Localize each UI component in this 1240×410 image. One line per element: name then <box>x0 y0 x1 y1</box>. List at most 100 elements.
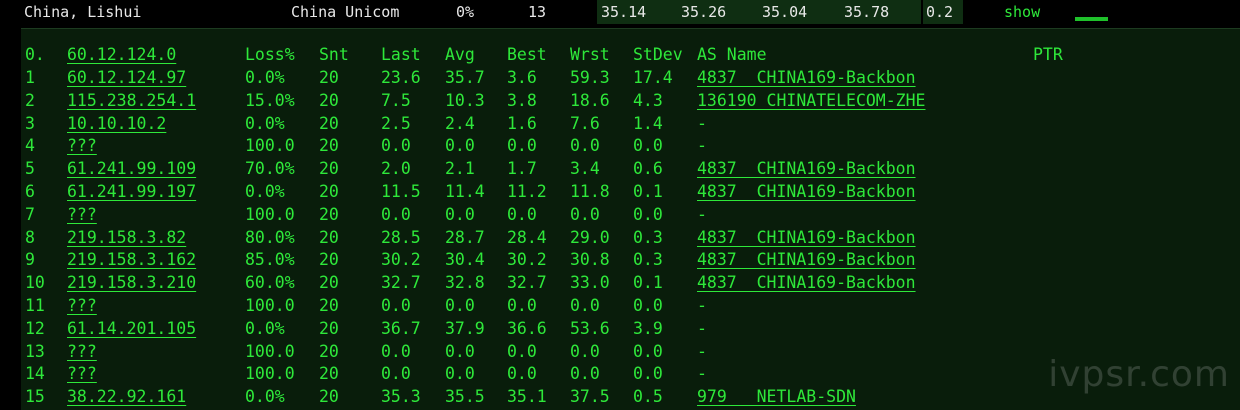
hop-snt: 20 <box>319 341 339 361</box>
hop-loss: 0.0% <box>245 318 285 338</box>
summary-v3: 35.04 <box>762 3 808 21</box>
hop-as[interactable]: 4837 CHINA169-Backbon <box>697 271 916 294</box>
hop-stdev: 0.1 <box>633 182 663 201</box>
hop-avg: 0.0 <box>445 136 475 156</box>
hop-last: 2.5 <box>381 113 411 133</box>
hop-as: - <box>697 296 707 315</box>
hop-wrst: 30.8 <box>570 250 610 270</box>
hop-as[interactable]: 136190 CHINATELECOM-ZHE <box>697 89 925 112</box>
hop-loss: 80.0% <box>245 227 295 247</box>
hop-last: 23.6 <box>381 68 421 87</box>
hop-host[interactable]: ??? <box>67 134 97 157</box>
hop-last: 7.5 <box>381 90 411 110</box>
mtr-output-panel: 0. 60.12.124.0 Loss% Snt Last Avg Best W… <box>21 28 1240 410</box>
hop-best: 36.6 <box>507 318 547 338</box>
hop-host[interactable]: ??? <box>67 294 97 317</box>
hop-stdev: 0.3 <box>633 250 663 270</box>
header-last: Last <box>381 45 421 64</box>
header-wrst: Wrst <box>570 45 610 64</box>
hop-loss: 100.0 <box>245 296 295 315</box>
hop-loss: 0.0% <box>245 113 285 133</box>
hop-host[interactable]: 61.14.201.105 <box>67 317 196 340</box>
hop-loss: 0.0% <box>245 68 285 87</box>
header-snt: Snt <box>319 45 349 64</box>
hop-loss: 85.0% <box>245 250 295 270</box>
hop-as: - <box>697 136 707 156</box>
hop-last: 0.0 <box>381 296 411 315</box>
hop-host[interactable]: 61.241.99.109 <box>67 157 196 180</box>
hop-stdev: 3.9 <box>633 318 663 338</box>
table-row: 9 219.158.3.162 85.0% 20 30.2 30.4 30.2 30.8 0.3… <box>21 248 1240 271</box>
hop-loss: 70.0% <box>245 159 295 179</box>
hop-loss: 100.0 <box>245 341 295 361</box>
hop-snt: 20 <box>319 364 339 384</box>
hop-loss: 15.0% <box>245 90 295 110</box>
hop-best: 0.0 <box>507 341 537 361</box>
show-link[interactable]: show <box>1004 0 1040 24</box>
show-indicator <box>1075 17 1108 21</box>
hop-as[interactable]: 4837 CHINA169-Backbon <box>697 226 916 249</box>
hop-snt: 20 <box>319 227 339 247</box>
table-row: 3 10.10.10.2 0.0% 20 2.5 2.4 1.6 7.6 1.4 - <box>21 112 1240 135</box>
hop-best: 1.7 <box>507 159 537 179</box>
hop-wrst: 7.6 <box>570 113 600 133</box>
hop-best: 0.0 <box>507 136 537 156</box>
hop-host[interactable]: 219.158.3.82 <box>67 226 186 249</box>
hop-snt: 20 <box>319 273 339 293</box>
hop-host[interactable]: 10.10.10.2 <box>67 112 166 135</box>
hop-idx: 13 <box>25 341 45 361</box>
table-row: 11??? 100.0 20 0.0 0.0 0.0 0.0 0.0 - <box>21 294 1240 317</box>
hop-loss: 60.0% <box>245 273 295 293</box>
hop-wrst: 59.3 <box>570 68 610 87</box>
hop-idx: 14 <box>25 364 45 384</box>
table-row: 7??? 100.0 20 0.0 0.0 0.0 0.0 0.0 - <box>21 203 1240 226</box>
hop-snt: 20 <box>319 296 339 315</box>
table-row: 8 219.158.3.82 80.0% 20 28.5 28.7 28.4 29.0 0.3 4… <box>21 226 1240 249</box>
hop-loss: 100.0 <box>245 364 295 384</box>
hop-as[interactable]: 4837 CHINA169-Backbon <box>697 157 916 180</box>
hop-as[interactable]: 979 NETLAB-SDN <box>697 385 856 408</box>
hop-host[interactable]: 60.12.124.97 <box>67 66 186 89</box>
hop-last: 35.3 <box>381 387 421 407</box>
hop-idx: 2 <box>25 90 35 110</box>
hop-as: - <box>697 364 707 384</box>
hop-as: - <box>697 341 707 361</box>
hop-host[interactable]: 219.158.3.210 <box>67 271 196 294</box>
hop-loss: 100.0 <box>245 136 295 156</box>
hop-as: - <box>697 204 707 224</box>
hop-last: 30.2 <box>381 250 421 270</box>
hop-host[interactable]: ??? <box>67 362 97 385</box>
hop-best: 32.7 <box>507 273 547 293</box>
hop-loss: 0.0% <box>245 182 285 201</box>
hop-host[interactable]: ??? <box>67 340 97 363</box>
hop-snt: 20 <box>319 159 339 179</box>
header-host[interactable]: 60.12.124.0 <box>67 43 176 66</box>
hop-host[interactable]: 38.22.92.161 <box>67 385 186 408</box>
header-avg: Avg <box>445 45 475 64</box>
hop-host[interactable]: 115.238.254.1 <box>67 89 196 112</box>
summary-bar: China, Lishui China Unicom 0% 13 35.14 3… <box>0 0 1240 24</box>
summary-v2: 35.26 <box>681 3 727 21</box>
hop-as[interactable]: 4837 CHINA169-Backbon <box>697 248 916 271</box>
hop-as[interactable]: 4837 CHINA169-Backbon <box>697 66 916 89</box>
hop-host[interactable]: 61.241.99.197 <box>67 180 196 203</box>
location-label: China, Lishui <box>24 3 142 21</box>
hop-idx: 10 <box>25 273 45 293</box>
hop-stdev: 0.1 <box>633 273 663 293</box>
summary-v1: 35.14 <box>601 3 647 21</box>
hop-idx: 11 <box>25 296 45 315</box>
hop-host[interactable]: 219.158.3.162 <box>67 248 196 271</box>
hop-best: 1.6 <box>507 113 537 133</box>
hop-best: 3.8 <box>507 90 537 110</box>
isp-label: China Unicom <box>291 3 400 21</box>
hop-idx: 6 <box>25 182 35 201</box>
hop-as[interactable]: 4837 CHINA169-Backbon <box>697 180 916 203</box>
table-row: 5 61.241.99.109 70.0% 20 2.0 2.1 1.7 3.4 0.6 4837… <box>21 157 1240 180</box>
hop-avg: 30.4 <box>445 250 485 270</box>
hop-avg: 37.9 <box>445 318 485 338</box>
hop-idx: 15 <box>25 387 45 407</box>
hop-best: 30.2 <box>507 250 547 270</box>
hop-loss: 0.0% <box>245 387 285 407</box>
hop-host[interactable]: ??? <box>67 203 97 226</box>
header-loss: Loss% <box>245 45 295 64</box>
